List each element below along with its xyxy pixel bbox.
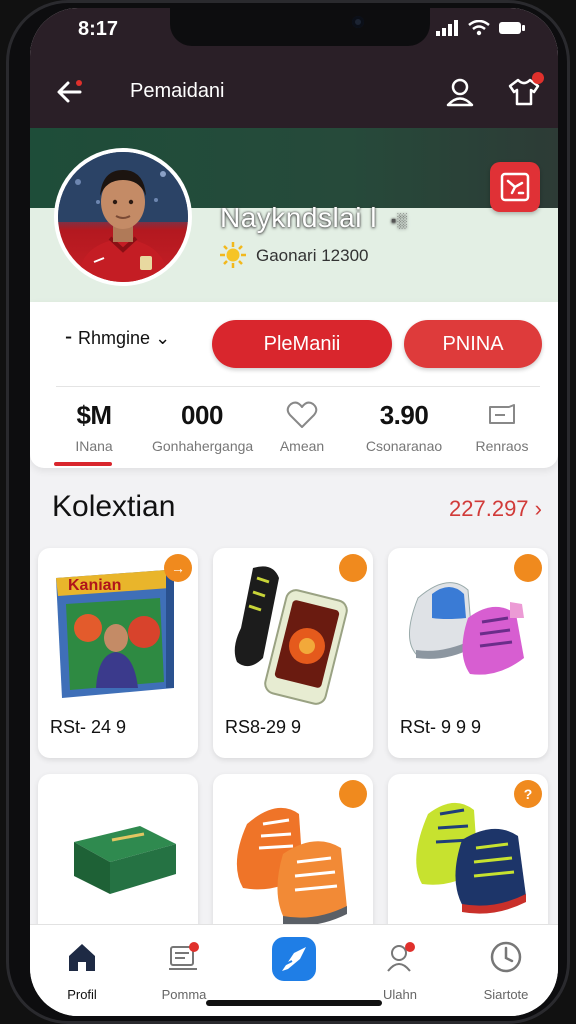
stat-active-indicator [54, 462, 112, 466]
chevron-down-icon: ⌄ [150, 328, 171, 348]
nav-row: Pemaidani [30, 64, 558, 133]
nav-item-profile[interactable]: Profil [32, 937, 132, 1002]
user-icon [446, 78, 474, 107]
player-name: Naykndslai l ▪░ [220, 202, 407, 234]
nav-item-pomma[interactable]: Pomma [134, 937, 234, 1002]
section-title: Kolextian [52, 490, 176, 523]
stat-item[interactable]: 3.90 Csonaranao [354, 398, 454, 454]
item-badge: ? [514, 780, 542, 808]
phone-frame: 8:17 Pemaidani Naykndslai l ▪░ Gaonari 1… [6, 0, 570, 1024]
nav-item-share[interactable] [244, 937, 344, 983]
orange-boots-thumbnail [236, 807, 347, 926]
clock-icon [456, 937, 556, 977]
stat-item[interactable]: $M INana [44, 398, 144, 454]
stat-value: 000 [181, 400, 223, 430]
stat-label: Csonaranao [365, 438, 443, 454]
back-button[interactable] [52, 74, 88, 110]
edit-icon [500, 172, 530, 202]
nav-item-history[interactable]: Siartote [456, 937, 556, 1002]
profile-card: ⁃ Rhmgine ⌄ PleManii PNINA $M INana 000 … [30, 302, 558, 468]
home-icon [32, 937, 132, 977]
product-card[interactable]: RS8-29 9 [213, 548, 373, 758]
edit-profile-button[interactable] [490, 162, 540, 212]
nav-item-chat[interactable]: Ulahn [350, 937, 450, 1002]
chat-icon [350, 937, 450, 977]
stat-value: $M [76, 400, 112, 430]
stat-value: 3.90 [379, 400, 429, 430]
nav-label: Siartote [483, 987, 529, 1002]
player-name-text: Naykndslai l [220, 202, 377, 233]
score-text: Gaonari 12300 [256, 246, 369, 265]
app-screen: 8:17 Pemaidani Naykndslai l ▪░ Gaonari 1… [30, 8, 558, 1016]
product-card[interactable]: RSt- 9 9 9 [388, 548, 548, 758]
item-badge: → [164, 554, 192, 582]
secondary-action-button[interactable]: PNINA [404, 320, 542, 368]
product-card[interactable]: Kanian → RSt- 24 9 [38, 548, 198, 758]
wifi-icon [468, 20, 490, 36]
item-badge [339, 554, 367, 582]
stat-label: Gonhaherganga [152, 438, 254, 454]
player-portrait-icon [58, 152, 188, 282]
card-divider [56, 386, 540, 387]
page-title: Pemaidani [130, 80, 225, 102]
front-camera [352, 16, 364, 28]
dropdown-label: Rhmgine [78, 328, 151, 348]
primary-action-button[interactable]: PleManii [212, 320, 392, 368]
avatar[interactable] [54, 148, 192, 286]
player-name-badge: ▪░ [391, 211, 408, 228]
green-box-thumbnail [74, 826, 176, 894]
stat-item[interactable]: Renraos [452, 398, 552, 454]
boots-phone-thumbnail [234, 566, 348, 705]
stat-label: Amean [279, 438, 325, 454]
item-badge [339, 780, 367, 808]
home-indicator [206, 1000, 382, 1006]
stat-item[interactable]: Amean [252, 398, 352, 454]
avatar-photo [58, 152, 188, 282]
stat-item[interactable]: 000 Gonhaherganga [152, 398, 254, 454]
battery-icon [499, 22, 525, 34]
item-badge [514, 554, 542, 582]
jersey-button[interactable] [506, 72, 544, 110]
account-button[interactable] [442, 74, 478, 110]
tag-icon [452, 398, 552, 432]
boxed-game-thumbnail: Kanian [56, 570, 174, 698]
item-price: RSt- 24 9 [50, 717, 127, 737]
notch [170, 8, 430, 46]
nav-label: Profil [67, 987, 97, 1002]
see-all-link[interactable]: 227.297 › [449, 496, 542, 522]
status-icons [436, 20, 526, 36]
sneakers-thumbnail [409, 582, 524, 675]
stats-row: $M INana 000 Gonhaherganga Amean 3.90 Cs… [44, 398, 544, 462]
notification-dot [532, 72, 544, 84]
svg-text:Kanian: Kanian [68, 577, 121, 594]
stat-label: INana [75, 438, 113, 454]
item-price: RS8-29 9 [225, 717, 302, 737]
green-navy-boots-thumbnail [416, 802, 526, 914]
arrow-left-icon [57, 80, 82, 103]
dropdown-prefix-icon: ⁃ [64, 328, 79, 348]
sun-icon [218, 240, 248, 270]
stat-label: Renraos [475, 438, 529, 454]
status-time: 8:17 [78, 18, 119, 40]
signal-icon [436, 20, 458, 36]
heart-icon [252, 398, 352, 432]
see-all-count: 227.297 [449, 496, 529, 521]
chevron-right-icon: › [534, 496, 542, 521]
cart-icon [134, 937, 234, 977]
filter-dropdown[interactable]: ⁃ Rhmgine ⌄ [64, 328, 170, 349]
item-price: RSt- 9 9 9 [400, 717, 482, 737]
share-icon [244, 935, 344, 983]
